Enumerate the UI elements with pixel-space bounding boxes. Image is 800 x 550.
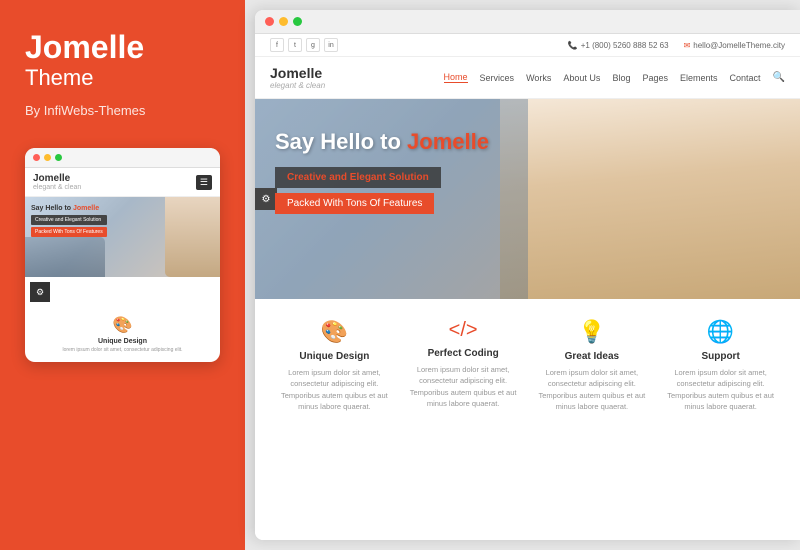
mobile-top-bar	[25, 148, 220, 168]
mobile-dot-yellow	[44, 154, 51, 161]
brand-name: Jomelle	[25, 30, 144, 65]
perfect-coding-icon: </>	[407, 319, 520, 342]
right-panel: f t g in 📞 +1 (800) 5260 888 52 63 ✉ hel…	[255, 10, 800, 540]
badge1-highlight: Creative	[287, 172, 326, 183]
mobile-mockup: Jomelle elegant & clean ☰ Say Hello to J…	[25, 148, 220, 362]
googleplus-icon[interactable]: g	[306, 38, 320, 52]
mobile-hero: Say Hello to Jomelle Creative and Elegan…	[25, 197, 220, 277]
email-address: hello@JomelleTheme.city	[693, 41, 785, 50]
hero-badge2: Packed With Tons Of Features	[275, 193, 434, 214]
phone-icon: 📞	[568, 41, 578, 50]
linkedin-icon[interactable]: in	[324, 38, 338, 52]
phone-number: +1 (800) 5260 888 52 63	[581, 41, 669, 50]
support-icon: 🌐	[664, 319, 777, 345]
browser-dot-yellow[interactable]	[279, 17, 288, 26]
facebook-icon[interactable]: f	[270, 38, 284, 52]
mobile-dot-red	[33, 154, 40, 161]
hero-title: Say Hello to Jomelle	[275, 129, 489, 155]
mobile-tagline: elegant & clean	[33, 184, 81, 191]
badge1-rest: and Elegant Solution	[329, 172, 428, 183]
search-icon[interactable]: 🔍	[773, 72, 785, 83]
email-info: ✉ hello@JomelleTheme.city	[684, 41, 785, 50]
browser-dot-green[interactable]	[293, 17, 302, 26]
mobile-dot-green	[55, 154, 62, 161]
feature-text-2: Lorem ipsum dolor sit amet, consectetur …	[536, 367, 649, 412]
nav-blog[interactable]: Blog	[612, 73, 630, 83]
nav-elements[interactable]: Elements	[680, 73, 718, 83]
mobile-hero-badge2: Packed With Tons Of Features	[31, 227, 107, 237]
browser-chrome	[255, 10, 800, 34]
mobile-hero-title: Say Hello to Jomelle	[31, 205, 107, 212]
great-ideas-icon: 💡	[536, 319, 649, 345]
feature-title-2: Great Ideas	[536, 351, 649, 362]
mobile-feature-text: lorem ipsum dolor sit amet, consectetur …	[33, 347, 212, 354]
by-line: By InfiWebs-Themes	[25, 103, 145, 118]
mobile-settings-icon[interactable]: ⚙	[30, 282, 50, 302]
mobile-features: 🎨 Unique Design lorem ipsum dolor sit am…	[25, 307, 220, 362]
nav-services[interactable]: Services	[480, 73, 515, 83]
feature-support: 🌐 Support Lorem ipsum dolor sit amet, co…	[656, 319, 785, 525]
hero-section: Say Hello to Jomelle Creative and Elegan…	[255, 99, 800, 299]
nav-pages[interactable]: Pages	[642, 73, 668, 83]
nav-contact[interactable]: Contact	[730, 73, 761, 83]
mobile-hero-badge1: Creative and Elegant Solution	[31, 215, 107, 225]
mobile-people-group	[25, 237, 105, 277]
nav-about[interactable]: About Us	[563, 73, 600, 83]
phone-info: 📞 +1 (800) 5260 888 52 63	[568, 41, 669, 50]
site-tagline: elegant & clean	[270, 81, 325, 90]
brand-theme: Theme	[25, 65, 93, 91]
hero-man-figure	[500, 99, 800, 299]
mobile-hero-person	[165, 197, 220, 277]
mobile-feature-icon: 🎨	[33, 315, 212, 335]
hero-badge1: Creative and Elegant Solution	[275, 167, 441, 188]
unique-design-icon: 🎨	[278, 319, 391, 345]
feature-text-3: Lorem ipsum dolor sit amet, consectetur …	[664, 367, 777, 412]
social-icons: f t g in	[270, 38, 553, 52]
feature-perfect-coding: </> Perfect Coding Lorem ipsum dolor sit…	[399, 319, 528, 525]
hero-title-highlight: Jomelle	[407, 129, 489, 154]
site-logo-group: Jomelle elegant & clean	[270, 65, 325, 90]
site-topbar: f t g in 📞 +1 (800) 5260 888 52 63 ✉ hel…	[255, 34, 800, 57]
feature-text-1: Lorem ipsum dolor sit amet, consectetur …	[407, 364, 520, 409]
left-panel: Jomelle Theme By InfiWebs-Themes Jomelle…	[0, 0, 245, 550]
feature-title-3: Support	[664, 351, 777, 362]
mobile-hamburger-button[interactable]: ☰	[196, 175, 212, 190]
hero-settings-button[interactable]: ⚙	[255, 188, 277, 210]
feature-text-0: Lorem ipsum dolor sit amet, consectetur …	[278, 367, 391, 412]
twitter-icon[interactable]: t	[288, 38, 302, 52]
nav-works[interactable]: Works	[526, 73, 551, 83]
feature-title-0: Unique Design	[278, 351, 391, 362]
email-icon: ✉	[684, 41, 691, 50]
mobile-hero-text: Say Hello to Jomelle Creative and Elegan…	[31, 205, 107, 237]
site-navbar: Jomelle elegant & clean Home Services Wo…	[255, 57, 800, 99]
feature-title-1: Perfect Coding	[407, 348, 520, 359]
features-section: 🎨 Unique Design Lorem ipsum dolor sit am…	[255, 299, 800, 540]
hero-content: Say Hello to Jomelle Creative and Elegan…	[275, 129, 489, 214]
nav-home[interactable]: Home	[444, 72, 468, 83]
site-nav: Home Services Works About Us Blog Pages …	[444, 72, 785, 83]
browser-dot-red[interactable]	[265, 17, 274, 26]
feature-unique-design: 🎨 Unique Design Lorem ipsum dolor sit am…	[270, 319, 399, 525]
mobile-nav: Jomelle elegant & clean ☰	[25, 168, 220, 197]
mobile-logo: Jomelle	[33, 173, 81, 184]
feature-great-ideas: 💡 Great Ideas Lorem ipsum dolor sit amet…	[528, 319, 657, 525]
site-logo: Jomelle	[270, 65, 325, 81]
mobile-feature-title: Unique Design	[33, 338, 212, 345]
